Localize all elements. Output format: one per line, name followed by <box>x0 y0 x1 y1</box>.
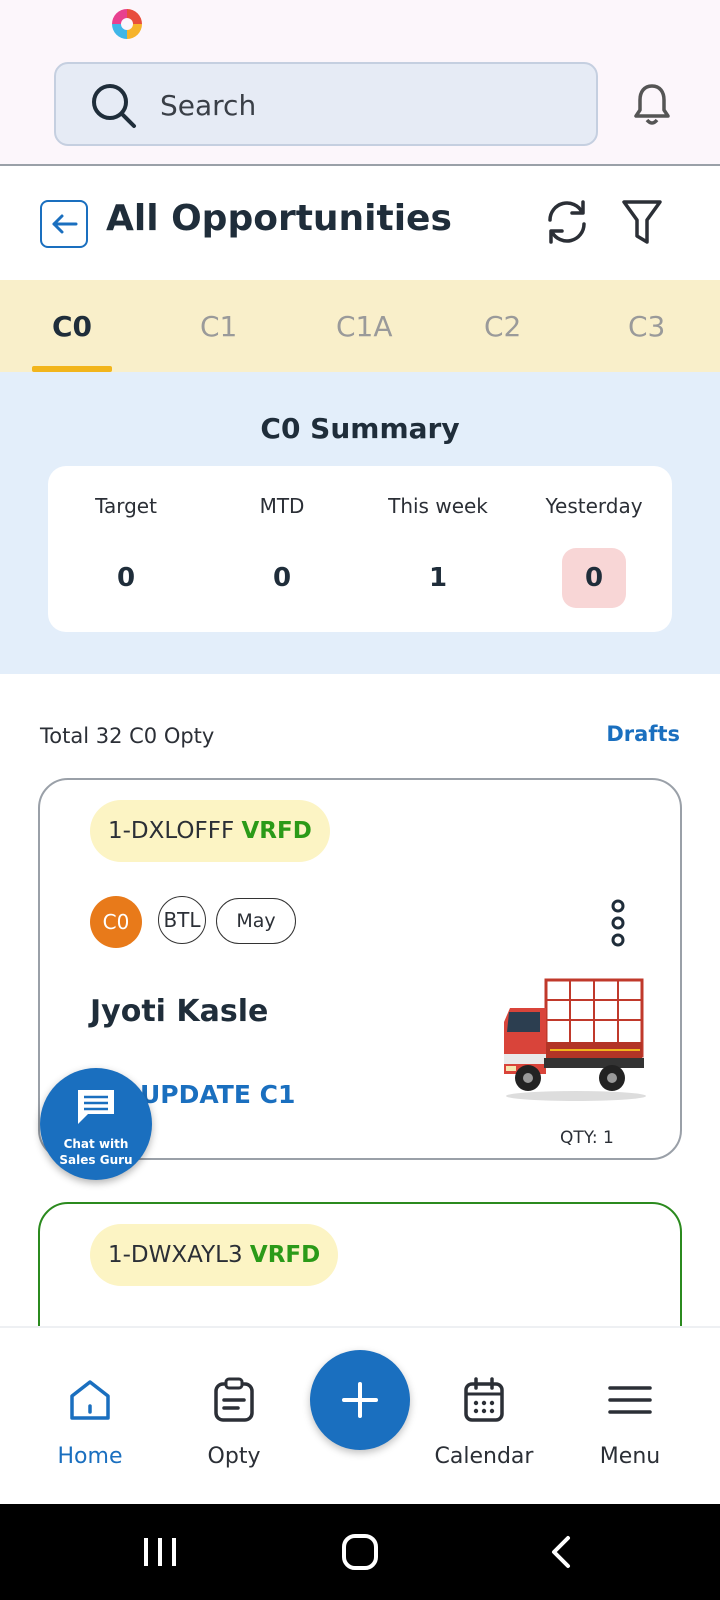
stage-tabs: C0 C1 C1A C2 C3 <box>0 280 720 372</box>
metric-label: Target <box>95 494 157 518</box>
search-input[interactable] <box>160 82 560 128</box>
tab-c0[interactable]: C0 <box>52 310 92 343</box>
bottom-nav: Home Opty Calendar Menu <box>0 1326 720 1504</box>
filter-icon[interactable] <box>620 198 664 248</box>
summary-section: C0 Summary Target 0 MTD 0 This week 1 Ye… <box>0 372 720 674</box>
nav-label: Opty <box>207 1444 261 1469</box>
opty-id: 1-DXLOFFF <box>108 818 235 844</box>
drafts-link[interactable]: Drafts <box>606 722 680 746</box>
add-opportunity-button[interactable] <box>310 1350 410 1450</box>
plus-icon <box>342 1382 378 1418</box>
hamburger-menu-icon <box>608 1386 652 1414</box>
more-options-icon[interactable] <box>608 898 628 948</box>
refresh-icon[interactable] <box>542 196 592 248</box>
nav-label: Home <box>57 1444 123 1469</box>
truck-image <box>504 978 646 1101</box>
metric-label: MTD <box>259 494 305 518</box>
total-count: Total 32 C0 Opty <box>40 724 215 748</box>
update-stage-button[interactable]: UPDATE C1 <box>140 1080 295 1109</box>
chat-label-line1: Chat with <box>63 1137 129 1151</box>
chat-label: Chat with Sales Guru <box>40 1136 152 1168</box>
nav-menu[interactable]: Menu <box>570 1376 690 1469</box>
system-back-icon[interactable] <box>548 1534 574 1570</box>
arrow-left-icon <box>52 214 78 234</box>
home-icon <box>70 1380 110 1420</box>
nav-label: Calendar <box>434 1444 534 1469</box>
system-nav-bar <box>0 1504 720 1600</box>
opty-id-badge: 1-DXLOFFF VRFD <box>90 800 330 862</box>
opty-id: 1-DWXAYL3 <box>108 1242 243 1268</box>
chat-icon <box>78 1090 114 1124</box>
recent-apps-icon[interactable] <box>140 1534 180 1570</box>
verified-status: VRFD <box>241 818 312 844</box>
summary-card: Target 0 MTD 0 This week 1 Yesterday 0 <box>48 466 672 632</box>
clipboard-icon <box>214 1377 254 1422</box>
metric-label: Yesterday <box>545 494 643 518</box>
quantity-label: QTY: 1 <box>560 1128 614 1148</box>
nav-label: Menu <box>599 1444 661 1469</box>
tab-c1a[interactable]: C1A <box>336 310 393 343</box>
customer-name: Jyoti Kasle <box>90 994 269 1029</box>
metric-value: 0 <box>272 563 292 593</box>
status-bar <box>0 0 720 50</box>
tab-c2[interactable]: C2 <box>484 310 521 343</box>
bell-icon[interactable] <box>632 82 672 126</box>
nav-calendar[interactable]: Calendar <box>424 1376 544 1469</box>
source-chip: BTL <box>158 896 206 944</box>
page-title: All Opportunities <box>106 198 452 239</box>
search-icon <box>92 84 136 128</box>
metric-value-highlighted: 0 <box>562 548 626 608</box>
nav-opty[interactable]: Opty <box>174 1376 294 1469</box>
opty-id-badge: 1-DWXAYL3 VRFD <box>90 1224 339 1286</box>
stage-badge: C0 <box>90 896 142 948</box>
metric-value: 1 <box>428 563 448 593</box>
back-button[interactable] <box>40 200 88 248</box>
calendar-icon <box>464 1377 504 1422</box>
verified-status: VRFD <box>249 1242 321 1268</box>
chat-sales-guru-button[interactable]: Chat with Sales Guru <box>40 1068 152 1180</box>
metric-value: 0 <box>116 563 136 593</box>
chat-label-line2: Sales Guru <box>59 1153 133 1167</box>
search-box[interactable] <box>54 62 598 146</box>
tab-c3[interactable]: C3 <box>628 310 665 343</box>
metric-label: This week <box>388 494 488 518</box>
tab-c1[interactable]: C1 <box>200 310 237 343</box>
app-logo-icon <box>112 9 142 39</box>
page-header: All Opportunities <box>0 166 720 280</box>
home-system-icon[interactable] <box>340 1532 380 1572</box>
nav-home[interactable]: Home <box>30 1376 150 1469</box>
month-chip: May <box>216 898 296 944</box>
top-bar <box>0 50 720 166</box>
summary-title: C0 Summary <box>260 412 460 445</box>
